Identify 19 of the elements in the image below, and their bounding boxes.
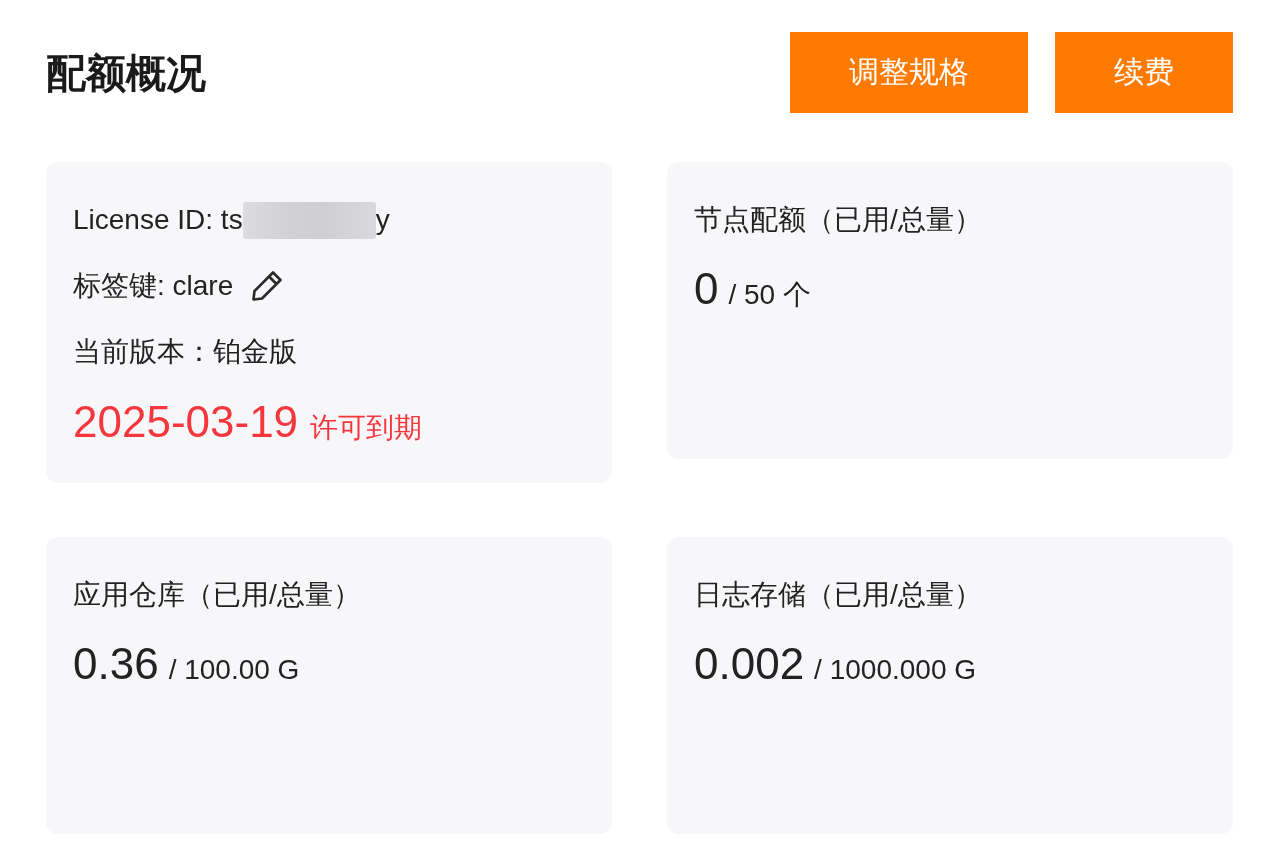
action-button[interactable]: 调整规格 xyxy=(790,32,1028,113)
total-value: / 1000.000 G xyxy=(814,654,976,686)
used-value: 0.36 xyxy=(73,640,159,688)
license-id-text: License ID: ts xyxy=(73,203,243,237)
total-value: / 100.00 G xyxy=(168,654,300,686)
tag-key-text: 标签键: clare xyxy=(73,269,234,303)
edition-text: 当前版本：铂金版 xyxy=(73,335,297,369)
expiry-label: 许可到期 xyxy=(310,411,423,445)
quota-title: 应用仓库（已用/总量） xyxy=(73,578,361,612)
quota-title: 日志存储（已用/总量） xyxy=(694,578,982,612)
used-value: 0.002 xyxy=(694,640,805,688)
quota-title: 节点配额（已用/总量） xyxy=(694,203,982,237)
total-value: / 50 个 xyxy=(728,278,811,312)
action-button[interactable]: 续费 xyxy=(1055,32,1233,113)
pencil-icon[interactable] xyxy=(251,270,284,302)
expiry-date: 2025-03-19 xyxy=(73,398,299,446)
page-title: 配额概况 xyxy=(46,49,206,97)
used-value: 0 xyxy=(694,265,719,313)
license-id-text: y xyxy=(375,203,390,237)
